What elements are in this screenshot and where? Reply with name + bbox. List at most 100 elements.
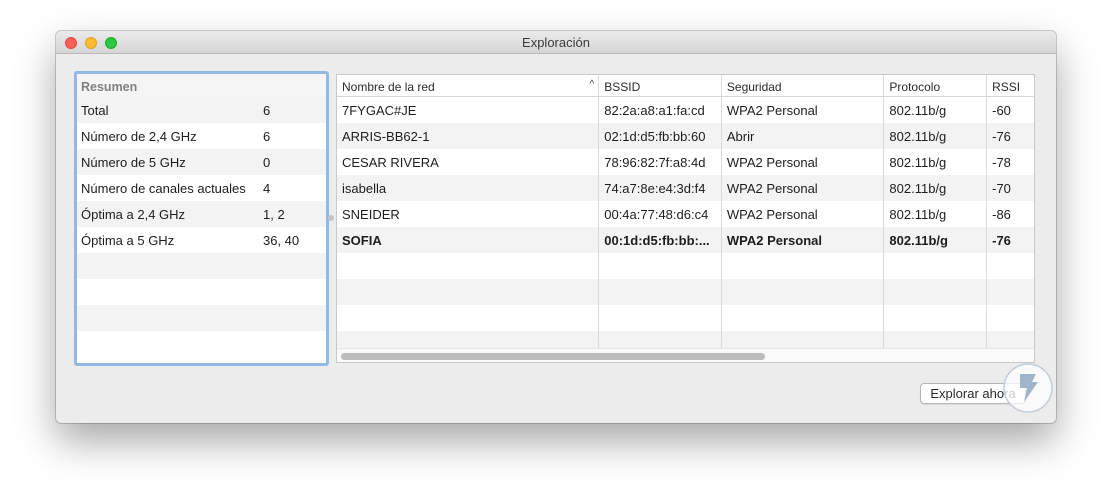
cell-network-name: CESAR RIVERA: [337, 149, 600, 175]
cell-security: Abrir: [722, 123, 885, 149]
horizontal-scrollbar[interactable]: [337, 348, 1034, 362]
cell-bssid: [599, 279, 722, 305]
cell-rssi: -70: [992, 180, 1011, 196]
cell-network-name: ARRIS-BB62-1: [337, 123, 600, 149]
cell-bssid: 00:4a:77:48:d6:c4: [599, 201, 722, 227]
cell-bssid: 00:1d:d5:fb:bb:...: [599, 227, 722, 253]
exploration-window: Exploración Resumen Total 6 Número de 2,…: [56, 31, 1056, 423]
summary-label: Número de 2,4 GHz: [81, 128, 197, 144]
cell-bssid: 02:1d:d5:fb:bb:60: [599, 123, 722, 149]
cell-security: WPA2 Personal: [722, 149, 885, 175]
table-row[interactable]: SNEIDER 00:4a:77:48:d6:c4 WPA2 Personal …: [337, 201, 1034, 227]
cell-bssid: 78:96:82:7f:a8:4d: [599, 149, 722, 175]
cell-protocol: 802.11b/g: [884, 201, 988, 227]
cell-protocol: 802.11b/g: [884, 97, 988, 123]
column-header-label: BSSID: [604, 80, 641, 94]
table-row-empty: [337, 279, 1034, 305]
summary-row-empty: [77, 279, 326, 305]
summary-value: 6: [263, 128, 271, 144]
summary-row: Número de canales actuales 4: [77, 175, 326, 201]
table-row[interactable]: 7FYGAC#JE 82:2a:a8:a1:fa:cd WPA2 Persona…: [337, 97, 1034, 123]
summary-row: Número de 5 GHz 0: [77, 149, 326, 175]
summary-value: 6: [263, 102, 271, 118]
summary-row: Total 6: [77, 97, 326, 123]
cell-security: WPA2 Personal: [722, 97, 885, 123]
cell-network-name: isabella: [337, 175, 600, 201]
summary-row: Óptima a 2,4 GHz 1, 2: [77, 201, 326, 227]
cell-rssi: -86: [992, 206, 1011, 222]
summary-label: Total: [81, 102, 109, 118]
column-header-protocol[interactable]: Protocolo: [884, 75, 988, 96]
summary-value: 4: [263, 180, 271, 196]
column-header-security[interactable]: Seguridad: [722, 75, 885, 96]
cell-rssi: -76: [992, 232, 1011, 248]
summary-value: 36, 40: [263, 232, 300, 248]
cell-bssid: [599, 253, 722, 279]
cell-rssi: [987, 279, 1034, 305]
column-header-label: RSSI: [992, 80, 1021, 94]
table-header: Nombre de la red ^ BSSID Seguridad Proto…: [337, 75, 1034, 97]
summary-label: Número de 5 GHz: [81, 154, 186, 170]
summary-value: 1, 2: [263, 206, 285, 222]
summary-header: Resumen: [77, 74, 326, 97]
window-title: Exploración: [522, 35, 590, 50]
cell-rssi: [987, 253, 1034, 279]
cell-network-name: 7FYGAC#JE: [337, 97, 600, 123]
cell-security: WPA2 Personal: [722, 227, 885, 253]
cell-protocol: [884, 305, 988, 331]
cell-security: [722, 253, 885, 279]
cell-rssi: -78: [992, 154, 1011, 170]
summary-row: Número de 2,4 GHz 6: [77, 123, 326, 149]
split-view-divider-handle[interactable]: [328, 215, 334, 221]
column-header-network-name[interactable]: Nombre de la red ^: [337, 75, 600, 96]
watermark-logo-icon: [1003, 363, 1053, 413]
title-bar[interactable]: Exploración: [56, 31, 1056, 54]
table-row[interactable]: ARRIS-BB62-1 02:1d:d5:fb:bb:60 Abrir 802…: [337, 123, 1034, 149]
cell-protocol: 802.11b/g: [884, 149, 988, 175]
cell-rssi: -60: [992, 102, 1011, 118]
summary-row-empty: [77, 305, 326, 331]
summary-list: Total 6 Número de 2,4 GHz 6 Número de 5 …: [77, 97, 326, 357]
cell-rssi: [987, 305, 1034, 331]
networks-table[interactable]: Nombre de la red ^ BSSID Seguridad Proto…: [336, 74, 1035, 363]
summary-label: Número de canales actuales: [81, 180, 246, 196]
summary-label: Óptima a 5 GHz: [81, 232, 175, 248]
table-row-empty: [337, 305, 1034, 331]
cell-bssid: 82:2a:a8:a1:fa:cd: [599, 97, 722, 123]
cell-network-name: [337, 305, 600, 331]
table-row-empty: [337, 253, 1034, 279]
cell-network-name: SNEIDER: [337, 201, 600, 227]
column-header-bssid[interactable]: BSSID: [599, 75, 722, 96]
table-row[interactable]: CESAR RIVERA 78:96:82:7f:a8:4d WPA2 Pers…: [337, 149, 1034, 175]
summary-row-empty: [77, 253, 326, 279]
cell-protocol: [884, 253, 988, 279]
summary-row-empty: [77, 331, 326, 357]
scrollbar-thumb[interactable]: [341, 353, 765, 360]
cell-security: WPA2 Personal: [722, 175, 885, 201]
summary-panel[interactable]: Resumen Total 6 Número de 2,4 GHz 6 Núme…: [74, 71, 329, 366]
cell-network-name: [337, 253, 600, 279]
cell-bssid: 74:a7:8e:e4:3d:f4: [599, 175, 722, 201]
table-row[interactable]: isabella 74:a7:8e:e4:3d:f4 WPA2 Personal…: [337, 175, 1034, 201]
column-header-rssi[interactable]: RSSI: [987, 75, 1034, 96]
summary-row: Óptima a 5 GHz 36, 40: [77, 227, 326, 253]
cell-network-name: [337, 279, 600, 305]
table-row-current-network[interactable]: SOFIA 00:1d:d5:fb:bb:... WPA2 Personal 8…: [337, 227, 1034, 253]
cell-network-name: SOFIA: [337, 227, 600, 253]
cell-protocol: 802.11b/g: [884, 227, 988, 253]
chevron-up-icon: ^: [589, 79, 595, 90]
cell-protocol: 802.11b/g: [884, 123, 988, 149]
cell-security: WPA2 Personal: [722, 201, 885, 227]
cell-bssid: [599, 305, 722, 331]
cell-rssi: -76: [992, 128, 1011, 144]
summary-value: 0: [263, 154, 271, 170]
cell-protocol: 802.11b/g: [884, 175, 988, 201]
table-body: 7FYGAC#JE 82:2a:a8:a1:fa:cd WPA2 Persona…: [337, 97, 1034, 357]
summary-label: Óptima a 2,4 GHz: [81, 206, 186, 222]
cell-protocol: [884, 279, 988, 305]
column-header-label: Protocolo: [889, 80, 941, 94]
column-header-label: Nombre de la red: [342, 80, 435, 94]
cell-security: [722, 305, 885, 331]
cell-security: [722, 279, 885, 305]
column-header-label: Seguridad: [726, 80, 782, 94]
